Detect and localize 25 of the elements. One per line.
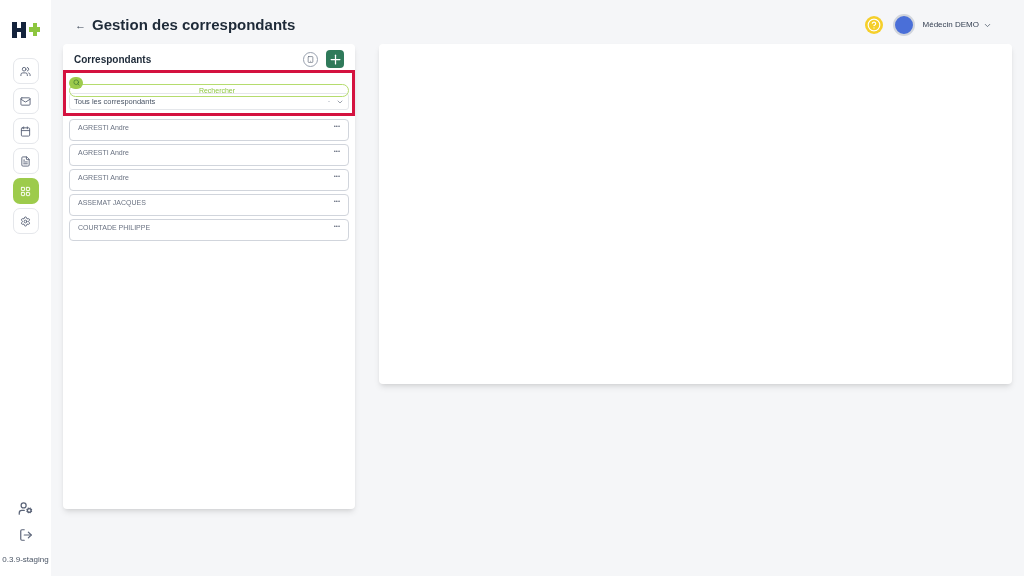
sidebar-item[interactable] <box>12 58 39 84</box>
add-button[interactable] <box>326 50 344 68</box>
search-icon <box>69 76 83 89</box>
sidebar-item[interactable] <box>12 178 39 204</box>
logout-icon[interactable] <box>18 528 33 542</box>
panel-title: Correspondants <box>74 52 152 67</box>
user-name[interactable]: Médecin DEMO <box>922 19 979 31</box>
sidebar-item[interactable] <box>12 88 39 114</box>
calendar-icon <box>20 125 31 137</box>
sidebar-item[interactable] <box>12 208 39 234</box>
tablet-icon <box>307 55 314 63</box>
user-settings-icon[interactable] <box>18 501 33 516</box>
back-button[interactable]: ← <box>75 16 86 34</box>
page-title: Gestion des correspondants <box>92 14 296 35</box>
sidebar-item[interactable] <box>12 118 39 144</box>
grid-icon <box>20 185 31 197</box>
logo-icon <box>11 20 40 40</box>
mail-icon <box>20 95 31 107</box>
sidebar-item[interactable] <box>12 148 39 174</box>
document-icon <box>20 155 31 167</box>
avatar[interactable] <box>892 14 915 36</box>
settings-icon <box>20 215 31 227</box>
users-icon <box>20 65 31 77</box>
version-text: 0.3.9-staging <box>2 554 49 566</box>
plus-icon <box>327 51 343 67</box>
